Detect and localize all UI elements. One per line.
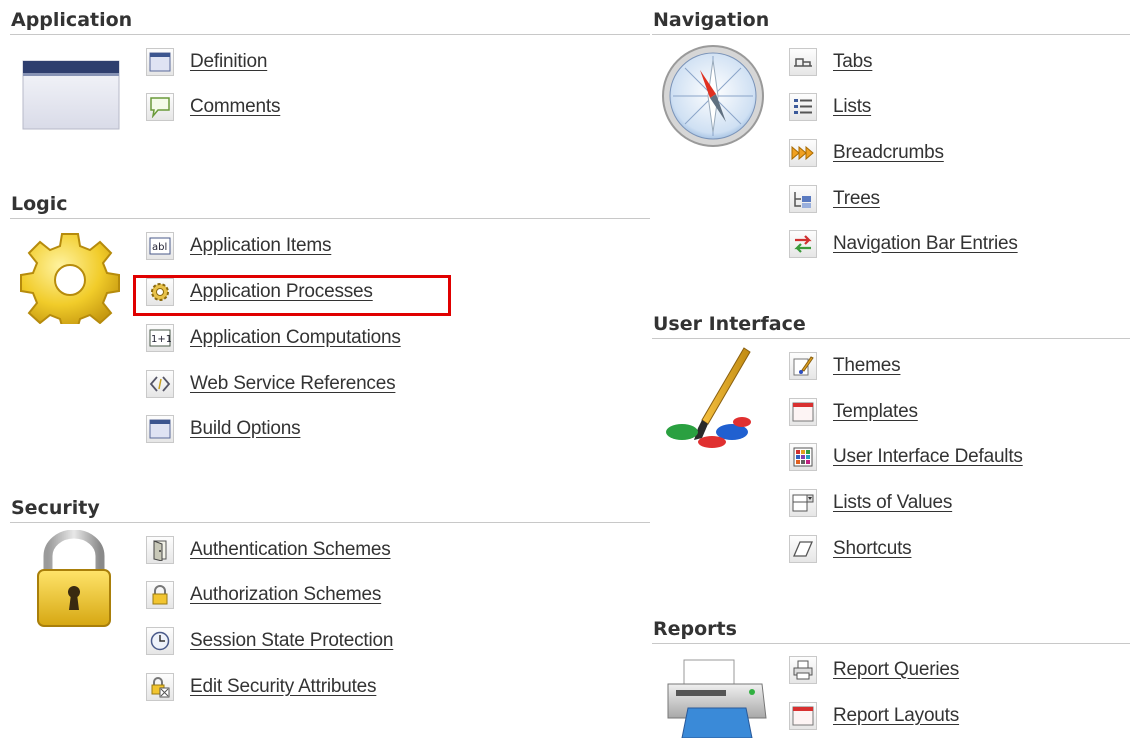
security-section: Security xyxy=(10,496,650,523)
reports-section: Reports xyxy=(652,617,1130,644)
highlight-box xyxy=(133,275,451,316)
tabs-icon xyxy=(789,48,817,76)
templates-link[interactable]: Templates xyxy=(833,401,918,423)
navigation-compass-icon xyxy=(660,44,766,153)
reports-printer-icon xyxy=(666,658,768,743)
build-options-link-row[interactable]: Build Options xyxy=(146,414,301,444)
themes-link-row[interactable]: Themes xyxy=(789,351,901,381)
report-queries-link[interactable]: Report Queries xyxy=(833,659,959,681)
authorization-schemes-link[interactable]: Authorization Schemes xyxy=(190,584,381,606)
paintbrush-icon xyxy=(789,352,817,380)
security-padlock-icon xyxy=(36,529,112,633)
application-items-link[interactable]: Application Items xyxy=(190,235,331,257)
window-icon xyxy=(146,415,174,443)
code-brackets-icon xyxy=(146,370,174,398)
template-icon xyxy=(789,702,817,730)
themes-link[interactable]: Themes xyxy=(833,355,901,377)
lock-icon xyxy=(146,581,174,609)
swap-arrows-icon xyxy=(789,230,817,258)
lists-link[interactable]: Lists xyxy=(833,96,871,118)
lists-of-values-link-row[interactable]: Lists of Values xyxy=(789,488,952,518)
application-window-icon xyxy=(22,60,120,135)
list-icon xyxy=(789,93,817,121)
user-interface-section-title: User Interface xyxy=(652,312,1130,339)
session-state-protection-link[interactable]: Session State Protection xyxy=(190,630,393,652)
user-interface-section: User Interface xyxy=(652,312,1130,339)
text-field-icon: abl xyxy=(146,232,174,260)
lists-link-row[interactable]: Lists xyxy=(789,92,871,122)
breadcrumb-arrows-icon xyxy=(789,139,817,167)
report-queries-link-row[interactable]: Report Queries xyxy=(789,655,959,685)
printer-icon xyxy=(789,656,817,684)
clock-icon xyxy=(146,627,174,655)
application-items-link-row[interactable]: abl Application Items xyxy=(146,231,331,261)
lock-edit-icon xyxy=(146,673,174,701)
tabs-link-row[interactable]: Tabs xyxy=(789,47,873,77)
navigation-section: Navigation xyxy=(652,8,1130,35)
user-interface-defaults-link-row[interactable]: User Interface Defaults xyxy=(789,442,1023,472)
shortcut-icon xyxy=(789,535,817,563)
dropdown-list-icon xyxy=(789,489,817,517)
user-interface-paintbrush-icon xyxy=(664,346,764,455)
logic-section: Logic xyxy=(10,192,650,219)
tree-icon xyxy=(789,185,817,213)
svg-text:1+1: 1+1 xyxy=(151,334,171,345)
logic-gear-icon xyxy=(20,232,120,329)
shortcuts-link-row[interactable]: Shortcuts xyxy=(789,534,912,564)
authentication-schemes-link[interactable]: Authentication Schemes xyxy=(190,539,391,561)
template-icon xyxy=(789,398,817,426)
report-layouts-link-row[interactable]: Report Layouts xyxy=(789,701,959,731)
trees-link-row[interactable]: Trees xyxy=(789,184,880,214)
reports-section-title: Reports xyxy=(652,617,1130,644)
authentication-schemes-link-row[interactable]: Authentication Schemes xyxy=(146,535,391,565)
application-section: Application xyxy=(10,8,650,35)
door-icon xyxy=(146,536,174,564)
navigation-section-title: Navigation xyxy=(652,8,1130,35)
build-options-link[interactable]: Build Options xyxy=(190,418,301,440)
lists-of-values-link[interactable]: Lists of Values xyxy=(833,492,952,514)
authorization-schemes-link-row[interactable]: Authorization Schemes xyxy=(146,580,381,610)
web-service-references-link[interactable]: Web Service References xyxy=(190,373,396,395)
web-service-references-link-row[interactable]: Web Service References xyxy=(146,369,396,399)
edit-security-attributes-link-row[interactable]: Edit Security Attributes xyxy=(146,672,377,702)
application-section-title: Application xyxy=(10,8,650,35)
breadcrumbs-link-row[interactable]: Breadcrumbs xyxy=(789,138,944,168)
comments-link-row[interactable]: Comments xyxy=(146,92,280,122)
trees-link[interactable]: Trees xyxy=(833,188,880,210)
svg-text:abl: abl xyxy=(152,242,167,253)
speech-bubble-icon xyxy=(146,93,174,121)
security-section-title: Security xyxy=(10,496,650,523)
definition-link[interactable]: Definition xyxy=(190,51,267,73)
color-grid-icon xyxy=(789,443,817,471)
logic-section-title: Logic xyxy=(10,192,650,219)
application-computations-link[interactable]: Application Computations xyxy=(190,327,401,349)
edit-security-attributes-link[interactable]: Edit Security Attributes xyxy=(190,676,377,698)
shortcuts-link[interactable]: Shortcuts xyxy=(833,538,912,560)
tabs-link[interactable]: Tabs xyxy=(833,51,873,73)
navigation-bar-entries-link-row[interactable]: Navigation Bar Entries xyxy=(789,229,1018,259)
navigation-bar-entries-link[interactable]: Navigation Bar Entries xyxy=(833,233,1018,255)
calculation-icon: 1+1 xyxy=(146,324,174,352)
templates-link-row[interactable]: Templates xyxy=(789,397,918,427)
breadcrumbs-link[interactable]: Breadcrumbs xyxy=(833,142,944,164)
user-interface-defaults-link[interactable]: User Interface Defaults xyxy=(833,446,1023,468)
session-state-protection-link-row[interactable]: Session State Protection xyxy=(146,626,393,656)
definition-link-row[interactable]: Definition xyxy=(146,47,267,77)
comments-link[interactable]: Comments xyxy=(190,96,280,118)
report-layouts-link[interactable]: Report Layouts xyxy=(833,705,959,727)
application-computations-link-row[interactable]: 1+1 Application Computations xyxy=(146,323,401,353)
window-icon xyxy=(146,48,174,76)
